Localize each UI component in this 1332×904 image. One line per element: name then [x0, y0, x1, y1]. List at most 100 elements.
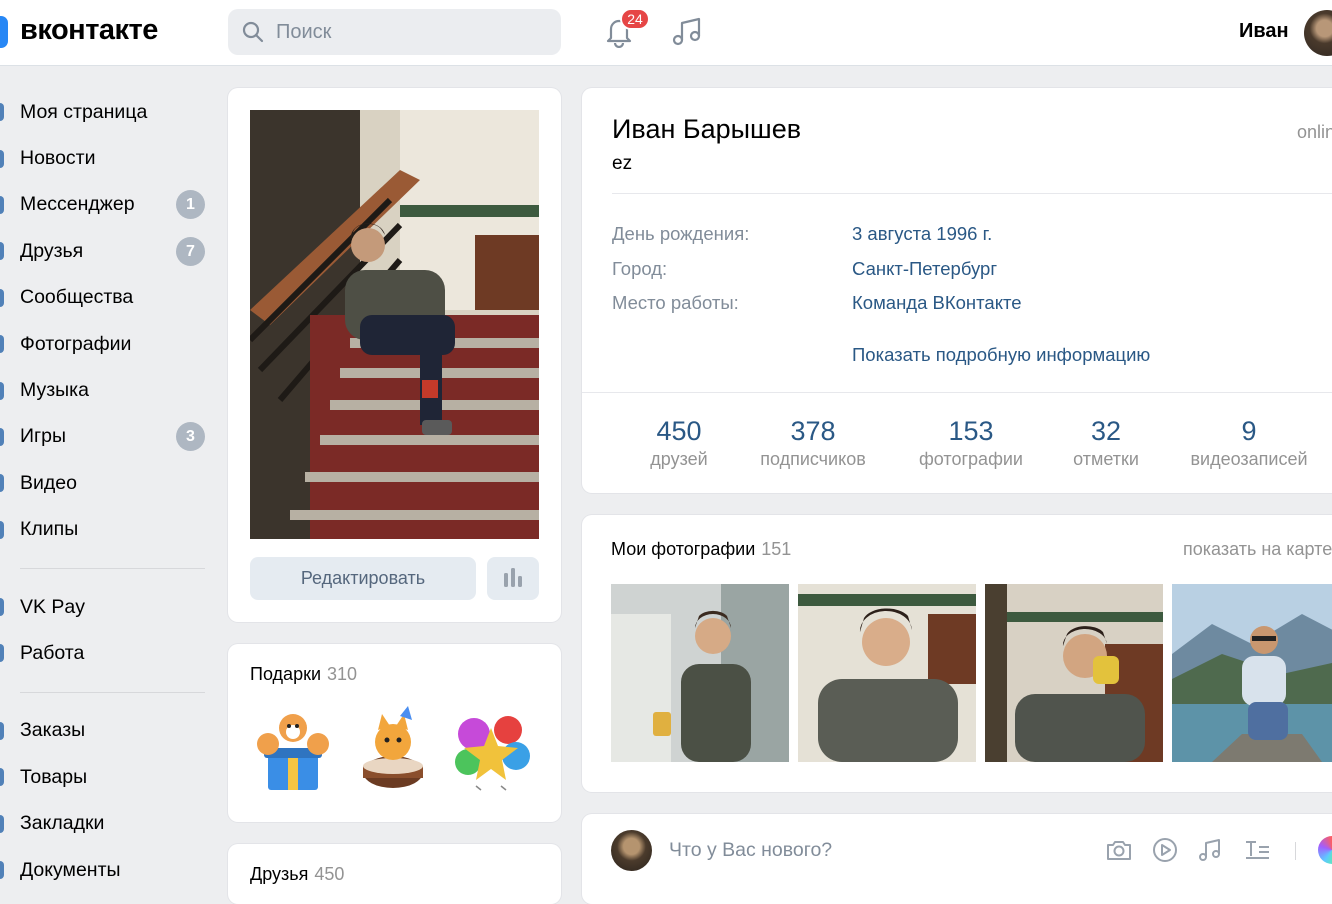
music-icon	[0, 381, 4, 400]
counter-videos[interactable]: 9 видеозаписей	[1179, 415, 1319, 471]
sidebar-item-photos[interactable]: Фотографии	[0, 321, 210, 367]
friends-count: 450	[314, 864, 345, 884]
sidebar-item-games[interactable]: Игры 3	[0, 414, 210, 460]
profile-photo[interactable]	[250, 110, 539, 539]
sidebar-divider	[20, 567, 205, 569]
sidebar-item-goods[interactable]: Товары	[0, 754, 210, 800]
gift-foxes-icon[interactable]	[248, 706, 338, 796]
bookmark-icon	[0, 814, 4, 833]
search-icon	[242, 21, 264, 43]
top-bar: вконтакте 24 Иван	[0, 0, 1332, 66]
counter-friends[interactable]: 450 друзей	[629, 415, 729, 471]
sidebar-item-news[interactable]: Новости	[0, 135, 210, 181]
sidebar-item-work[interactable]: Работа	[0, 630, 210, 676]
games-icon	[0, 427, 4, 446]
new-post-card	[582, 814, 1332, 904]
goods-icon	[0, 768, 4, 787]
gift-balloons-icon[interactable]	[446, 706, 536, 796]
sidebar-item-video[interactable]: Видео	[0, 460, 210, 506]
show-on-map-link[interactable]: показать на карте	[1183, 539, 1332, 560]
show-more-info-link[interactable]: Показать подробную информацию	[852, 344, 1150, 366]
messenger-badge: 1	[176, 190, 205, 220]
music-icon[interactable]	[1196, 836, 1224, 864]
divider	[582, 392, 1332, 393]
clips-icon	[0, 520, 4, 539]
online-status: online	[1297, 122, 1332, 142]
info-label: Город:	[612, 258, 668, 279]
info-label: День рождения:	[612, 223, 750, 244]
sidebar-item-label: Клипы	[20, 518, 79, 541]
counter-label: видеозаписей	[1190, 449, 1308, 469]
header-user-name[interactable]: Иван	[1239, 20, 1289, 43]
sidebar: Моя страница Новости Мессенджер 1 Друзья 7…	[0, 89, 210, 893]
sidebar-item-clips[interactable]: Клипы	[0, 507, 210, 553]
message-icon	[0, 195, 4, 214]
info-label: Место работы:	[612, 292, 739, 313]
counter-label: подписчиков	[760, 449, 866, 469]
photos-title: Мои фотографии	[611, 539, 756, 559]
sidebar-item-label: Моя страница	[20, 100, 148, 123]
gifts-card: Подарки 310	[228, 644, 561, 822]
counter-label: фотографии	[919, 449, 1023, 469]
sidebar-item-label: Видео	[20, 471, 77, 494]
photo-thumbnail[interactable]	[985, 584, 1163, 762]
sidebar-item-vk-pay[interactable]: VK Pay	[0, 584, 210, 630]
photos-count: 151	[761, 539, 792, 559]
photo-thumbnail[interactable]	[798, 584, 976, 762]
stats-icon	[504, 568, 522, 587]
user-icon	[0, 103, 4, 122]
sidebar-item-messenger[interactable]: Мессенджер 1	[0, 182, 210, 228]
vk-logo-icon[interactable]	[0, 16, 8, 48]
photo-icon	[0, 335, 4, 354]
sidebar-item-documents[interactable]: Документы	[0, 847, 210, 893]
post-avatar[interactable]	[611, 830, 652, 871]
music-icon[interactable]	[670, 15, 704, 49]
document-icon	[0, 861, 4, 880]
sidebar-item-label: Документы	[20, 858, 121, 881]
communities-icon	[0, 288, 4, 307]
sidebar-item-bookmarks[interactable]: Закладки	[0, 800, 210, 846]
news-icon	[0, 149, 4, 168]
logo-text[interactable]: вконтакте	[20, 14, 158, 47]
counter-number: 32	[1090, 416, 1122, 446]
profile-status[interactable]: ez	[612, 153, 632, 175]
notifications-badge: 24	[620, 8, 650, 30]
sidebar-item-friends[interactable]: Друзья 7	[0, 228, 210, 274]
friends-badge: 7	[176, 236, 205, 266]
sidebar-item-my-page[interactable]: Моя страница	[0, 89, 210, 135]
stats-button[interactable]	[487, 557, 539, 600]
counter-number: 378	[790, 416, 836, 446]
gifts-count: 310	[327, 664, 358, 684]
counter-number: 9	[1241, 416, 1257, 446]
photos-header[interactable]: Мои фотографии 151	[611, 539, 791, 560]
search-input[interactable]	[276, 9, 546, 55]
birthday-link[interactable]: 3 августа 1996 г.	[852, 223, 992, 245]
counter-photos[interactable]: 153 фотографии	[906, 415, 1036, 471]
photo-thumbnail[interactable]	[1172, 584, 1332, 762]
sidebar-item-label: Заказы	[20, 719, 86, 742]
video-play-icon[interactable]	[1151, 836, 1179, 864]
work-link[interactable]: Команда ВКонтакте	[852, 292, 1022, 314]
camera-icon[interactable]	[1105, 836, 1133, 864]
search-box[interactable]	[228, 9, 561, 55]
photo-thumbnail[interactable]	[611, 584, 789, 762]
color-background-icon[interactable]	[1318, 836, 1332, 864]
friends-header[interactable]: Друзья 450	[250, 864, 344, 885]
divider	[612, 193, 1332, 194]
friends-card: Друзья 450	[228, 844, 561, 904]
sidebar-item-music[interactable]: Музыка	[0, 367, 210, 413]
sidebar-item-label: Игры	[20, 425, 66, 448]
counter-tags[interactable]: 32 отметки	[1056, 415, 1156, 471]
sidebar-item-orders[interactable]: Заказы	[0, 708, 210, 754]
header-avatar[interactable]	[1304, 10, 1332, 56]
sidebar-item-label: Работа	[20, 641, 85, 664]
city-link[interactable]: Санкт-Петербург	[852, 258, 997, 280]
counter-label: отметки	[1073, 449, 1139, 469]
gifts-header[interactable]: Подарки 310	[250, 664, 357, 685]
article-text-icon[interactable]	[1243, 836, 1271, 864]
counter-followers[interactable]: 378 подписчиков	[748, 415, 878, 471]
gift-cat-cake-icon[interactable]	[348, 706, 438, 796]
new-post-input[interactable]	[669, 832, 1069, 868]
edit-profile-button[interactable]: Редактировать	[250, 557, 476, 600]
sidebar-item-communities[interactable]: Сообщества	[0, 275, 210, 321]
